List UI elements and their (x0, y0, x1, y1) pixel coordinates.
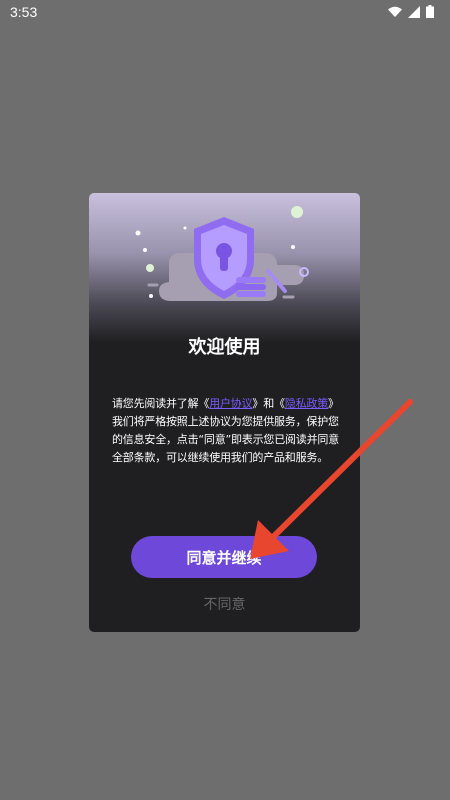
disagree-button[interactable]: 不同意 (89, 594, 360, 614)
body-mid: 》和《 (252, 397, 285, 410)
battery-icon (426, 5, 434, 18)
status-icons (388, 5, 434, 18)
dialog-body: 请您先阅读并了解《用户协议》和《隐私政策》我们将严格按照上述协议为您提供服务，保… (112, 395, 342, 467)
privacy-policy-link[interactable]: 隐私政策 (285, 397, 328, 410)
body-prefix: 请您先阅读并了解《 (112, 397, 210, 410)
agree-continue-button[interactable]: 同意并继续 (131, 536, 317, 578)
signal-icon (408, 5, 420, 18)
user-agreement-link[interactable]: 用户协议 (209, 397, 252, 410)
wifi-icon (388, 6, 402, 17)
security-shield-illustration (135, 206, 309, 301)
dialog-title: 欢迎使用 (188, 337, 261, 358)
status-bar: 3:53 (0, 0, 450, 24)
welcome-dialog: 欢迎使用 请您先阅读并了解《用户协议》和《隐私政策》我们将严格按照上述协议为您提… (89, 193, 360, 632)
status-time: 3:53 (10, 4, 38, 20)
